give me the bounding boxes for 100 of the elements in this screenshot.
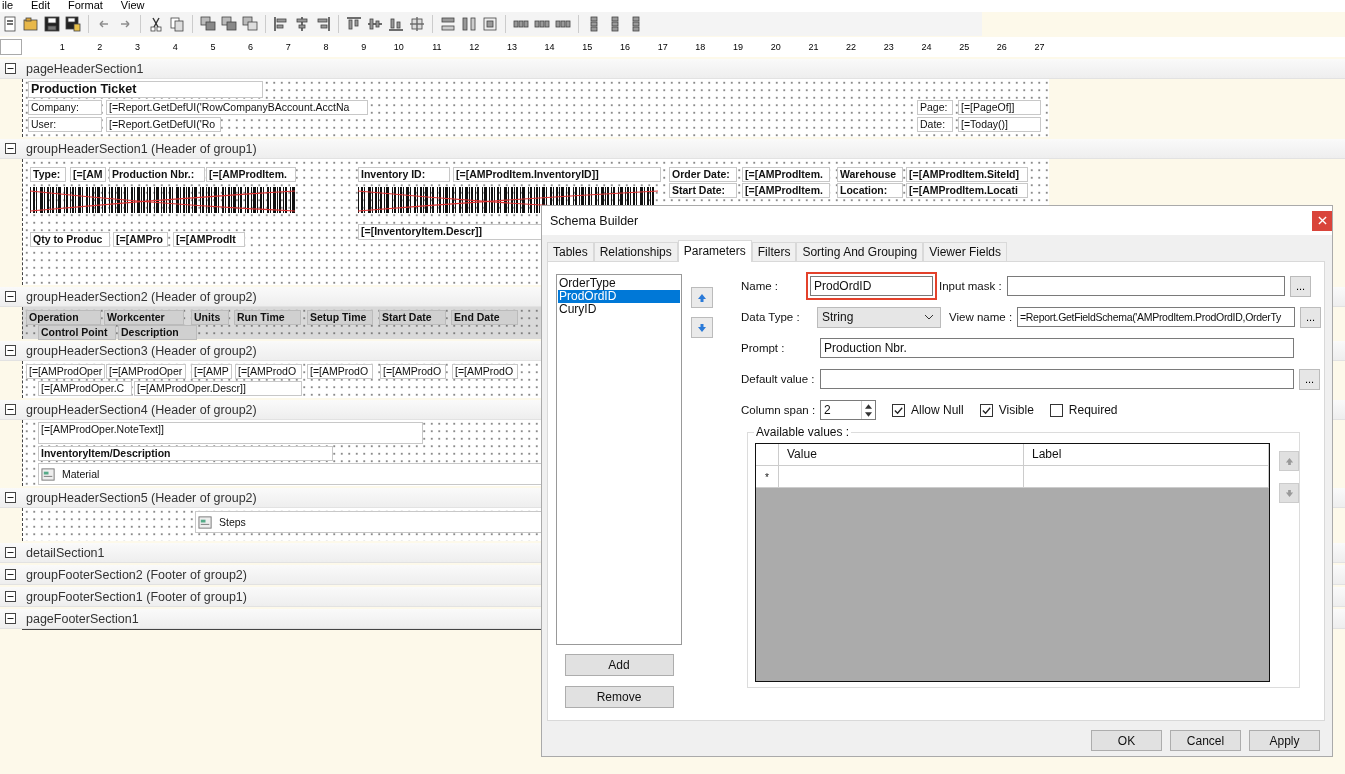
- menu-item[interactable]: Format: [68, 0, 103, 12]
- cut-icon[interactable]: [148, 16, 164, 32]
- copy-icon[interactable]: [169, 16, 185, 32]
- tab[interactable]: Filters: [751, 242, 797, 261]
- column-header[interactable]: Units: [191, 310, 229, 325]
- collapse-icon[interactable]: [5, 547, 16, 558]
- move-down-button[interactable]: [691, 317, 713, 338]
- report-field[interactable]: [=[AMProdO: [307, 364, 373, 379]
- report-label[interactable]: [=[AMProdItem.InventoryID]]: [453, 167, 661, 182]
- list-button[interactable]: Remove: [564, 686, 674, 708]
- name-field[interactable]: ProdOrdID: [810, 276, 933, 296]
- report-field[interactable]: Page:: [917, 100, 953, 115]
- checkbox[interactable]: [1049, 403, 1063, 417]
- column-header[interactable]: End Date: [451, 310, 518, 325]
- report-field[interactable]: [=[AMProdOper: [106, 364, 186, 379]
- menu-item[interactable]: View: [120, 0, 145, 12]
- report-label[interactable]: [=[AMProdItem.: [206, 167, 296, 182]
- tab[interactable]: Parameters: [677, 240, 752, 262]
- collapse-icon[interactable]: [5, 345, 16, 356]
- input-mask-field[interactable]: [1007, 276, 1285, 296]
- new-file-icon[interactable]: [2, 16, 18, 32]
- report-label[interactable]: Start Date:: [669, 183, 737, 198]
- report-field[interactable]: [=Today()]: [958, 117, 1041, 132]
- align-center-icon[interactable]: [294, 16, 310, 32]
- tab[interactable]: Relationships: [593, 242, 678, 261]
- subreport[interactable]: Material: [38, 463, 543, 485]
- column-header[interactable]: Run Time: [234, 310, 301, 325]
- report-label[interactable]: Qty to Produc: [30, 232, 110, 247]
- browse-button[interactable]: ...: [1300, 306, 1321, 328]
- tab[interactable]: Viewer Fields: [923, 242, 1007, 261]
- open-folder-icon[interactable]: [23, 16, 39, 32]
- save-all-icon[interactable]: [65, 16, 81, 32]
- tab[interactable]: Sorting And Grouping: [796, 242, 924, 261]
- report-field[interactable]: [=Report.GetDefUI('RowCompanyBAccount.AcctNa: [106, 100, 368, 115]
- collapse-icon[interactable]: [5, 291, 16, 302]
- bring-to-front-icon[interactable]: [200, 16, 216, 32]
- browse-button[interactable]: ...: [1290, 275, 1311, 297]
- collapse-icon[interactable]: [5, 569, 16, 580]
- dialog-button[interactable]: Cancel: [1170, 730, 1241, 751]
- parameter-item[interactable]: OrderType: [558, 277, 680, 290]
- report-field[interactable]: [=[PageOf]]: [958, 100, 1041, 115]
- column-span-spinner[interactable]: 2: [820, 400, 876, 420]
- report-label[interactable]: [=[InventoryItem.Descr]]: [358, 224, 543, 240]
- column-header[interactable]: Start Date: [379, 310, 446, 325]
- report-field[interactable]: [=[AMProdOper: [26, 364, 106, 379]
- stack-icon[interactable]: [242, 16, 258, 32]
- column-header[interactable]: Setup Time: [307, 310, 373, 325]
- same-width-icon[interactable]: [440, 16, 456, 32]
- send-to-back-icon[interactable]: [221, 16, 237, 32]
- view-name-field[interactable]: =Report.GetFieldSchema('AMProdItem.ProdOrdID,OrderTy: [1017, 307, 1295, 327]
- column-header[interactable]: Label: [1024, 444, 1269, 465]
- section-header[interactable]: groupHeaderSection1 (Header of group1): [0, 139, 1345, 159]
- report-label[interactable]: Type:: [30, 167, 66, 182]
- report-label[interactable]: Warehouse: [837, 167, 903, 182]
- same-height-icon[interactable]: [461, 16, 477, 32]
- report-field[interactable]: [=[AMProdOper.NoteText]]: [38, 422, 423, 444]
- prompt-field[interactable]: Production Nbr.: [820, 338, 1294, 358]
- collapse-icon[interactable]: [5, 492, 16, 503]
- tab[interactable]: Tables: [547, 242, 594, 261]
- column-header[interactable]: Description: [118, 325, 197, 340]
- report-field[interactable]: [=Report.GetDefUI('Ro: [106, 117, 221, 132]
- move-up-button[interactable]: [691, 287, 713, 308]
- column-header[interactable]: Value: [779, 444, 1024, 465]
- collapse-icon[interactable]: [5, 63, 16, 74]
- section-header[interactable]: pageHeaderSection1: [0, 59, 1345, 79]
- report-label[interactable]: [=[AMProdItem.: [742, 183, 830, 198]
- report-field[interactable]: User:: [28, 117, 102, 132]
- menu-item[interactable]: ile: [2, 0, 13, 12]
- report-title[interactable]: Production Ticket: [28, 81, 263, 98]
- align-bottom-icon[interactable]: [388, 16, 404, 32]
- parameter-item[interactable]: ProdOrdID: [558, 290, 680, 303]
- report-label[interactable]: Order Date:: [669, 167, 737, 182]
- report-field[interactable]: [=[AMP: [191, 364, 232, 379]
- same-size-icon[interactable]: [482, 16, 498, 32]
- values-grid[interactable]: Value Label *: [755, 443, 1270, 682]
- menu-item[interactable]: Edit: [31, 0, 50, 12]
- data-type-dropdown[interactable]: String: [817, 306, 941, 328]
- align-right-icon[interactable]: [315, 16, 331, 32]
- grid-icon[interactable]: [409, 16, 425, 32]
- browse-button[interactable]: ...: [1299, 368, 1320, 390]
- collapse-icon[interactable]: [5, 404, 16, 415]
- report-field[interactable]: Date:: [917, 117, 953, 132]
- report-label[interactable]: [=[AM: [70, 167, 106, 182]
- collapse-icon[interactable]: [5, 143, 16, 154]
- report-label[interactable]: [=[AMPro: [113, 232, 168, 247]
- align-middle-icon[interactable]: [367, 16, 383, 32]
- report-label[interactable]: Production Nbr.:: [109, 167, 205, 182]
- report-field[interactable]: [=[AMProdO: [452, 364, 518, 379]
- align-left-icon[interactable]: [273, 16, 289, 32]
- collapse-icon[interactable]: [5, 591, 16, 602]
- parameter-item[interactable]: CuryID: [558, 303, 680, 316]
- checkbox[interactable]: [979, 403, 993, 417]
- default-value-field[interactable]: [820, 369, 1294, 389]
- save-icon[interactable]: [44, 16, 60, 32]
- report-label[interactable]: [=[AMProdIt: [173, 232, 245, 247]
- report-label[interactable]: InventoryItem/Description: [38, 446, 333, 461]
- report-field[interactable]: [=[AMProdO: [380, 364, 446, 379]
- column-header[interactable]: Control Point: [38, 325, 116, 340]
- close-button[interactable]: [1312, 210, 1332, 231]
- report-label[interactable]: [=[AMProdItem.: [742, 167, 830, 182]
